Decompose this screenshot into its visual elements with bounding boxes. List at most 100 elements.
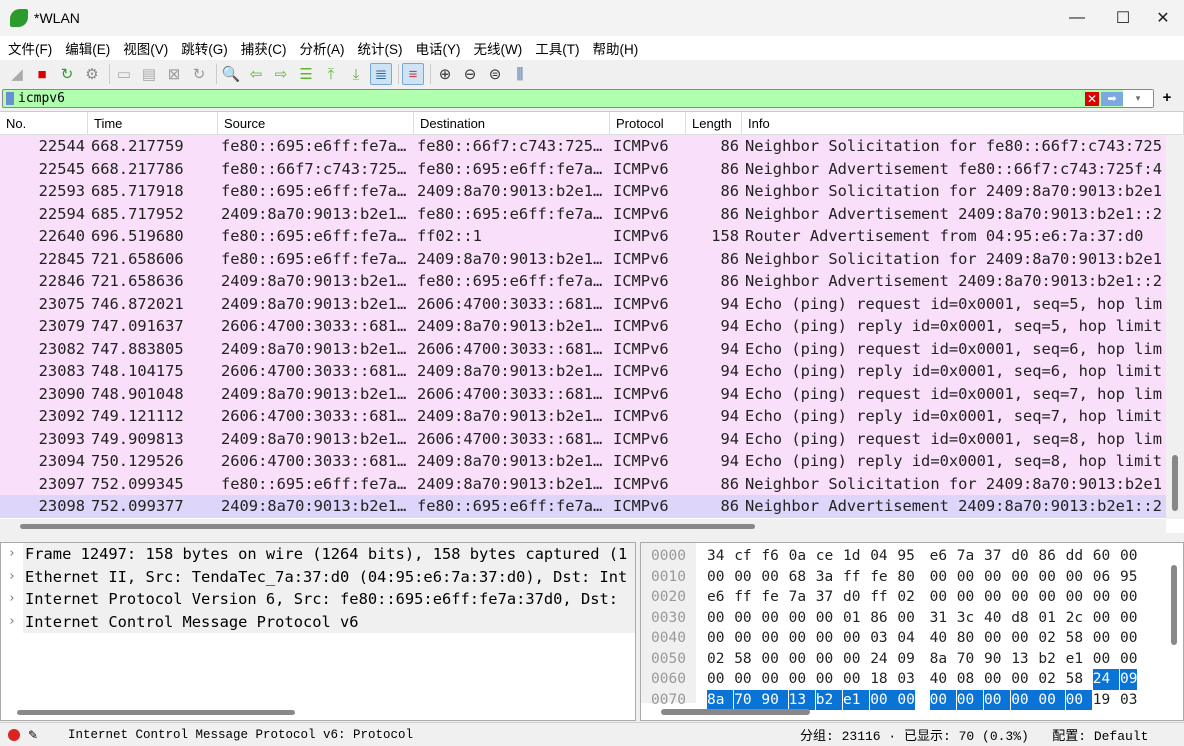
hex-byte[interactable]: 00	[957, 587, 974, 608]
hex-byte[interactable]: 95	[897, 546, 914, 567]
hex-byte[interactable]: 8a	[930, 649, 947, 670]
hex-byte[interactable]: 00	[707, 669, 724, 690]
hex-byte[interactable]: 02	[1038, 628, 1055, 649]
reload-file-icon[interactable]: ↻	[188, 63, 210, 85]
first-packet-icon[interactable]: ⤒	[320, 63, 342, 85]
hex-byte[interactable]: 00	[897, 608, 914, 629]
hex-byte[interactable]: 8a	[707, 689, 734, 710]
hex-byte[interactable]: 31	[930, 608, 947, 629]
hex-byte[interactable]: 00	[957, 567, 974, 588]
hex-byte[interactable]: 00	[789, 669, 806, 690]
menu-item[interactable]: 视图(V)	[123, 38, 168, 58]
go-back-icon[interactable]: ⇦	[245, 63, 267, 85]
colorize-icon[interactable]: ≡	[402, 63, 424, 85]
expand-chevron-icon[interactable]: ›	[1, 543, 23, 566]
packet-list-hscrollbar[interactable]	[0, 519, 1166, 534]
hex-byte[interactable]: 0a	[789, 546, 806, 567]
hex-byte[interactable]: fe	[870, 567, 887, 588]
hex-byte[interactable]: 04	[897, 628, 914, 649]
hex-byte[interactable]: 00	[707, 608, 724, 629]
hex-byte[interactable]: 00	[1120, 649, 1137, 670]
hex-byte[interactable]: 90	[761, 689, 788, 710]
restart-capture-icon[interactable]: ↻	[56, 63, 78, 85]
hex-byte[interactable]: 00	[843, 669, 860, 690]
hex-byte[interactable]: 00	[761, 628, 778, 649]
hex-byte[interactable]: 00	[897, 689, 915, 710]
hex-byte[interactable]: 00	[1065, 689, 1093, 710]
open-file-icon[interactable]: ▭	[113, 63, 135, 85]
zoom-in-icon[interactable]: ⊕	[434, 63, 456, 85]
zoom-reset-icon[interactable]: ⊜	[484, 63, 506, 85]
go-forward-icon[interactable]: ⇨	[270, 63, 292, 85]
packet-row[interactable]: 23092 749.121112 2606:4700:3033::681… 2409:…	[0, 405, 1166, 428]
packet-row[interactable]: 23079 747.091637 2606:4700:3033::681… 2409:…	[0, 315, 1166, 338]
hex-byte[interactable]: 7a	[957, 546, 974, 567]
hex-byte[interactable]: 00	[984, 628, 1001, 649]
hex-byte[interactable]: 1d	[843, 546, 860, 567]
hex-byte[interactable]: 00	[707, 567, 724, 588]
hex-byte[interactable]: 58	[734, 649, 751, 670]
hex-byte[interactable]: 00	[816, 628, 833, 649]
hex-byte[interactable]: 00	[1038, 587, 1055, 608]
start-capture-icon[interactable]: ◢	[6, 63, 28, 85]
hex-byte[interactable]: 3c	[957, 608, 974, 629]
hex-byte[interactable]: 00	[1066, 567, 1083, 588]
go-to-packet-icon[interactable]: ☰	[295, 63, 317, 85]
hex-byte[interactable]: e6	[707, 587, 724, 608]
bookmark-icon[interactable]	[6, 92, 14, 105]
menu-item[interactable]: 编辑(E)	[65, 38, 110, 58]
menu-item[interactable]: 文件(F)	[8, 38, 52, 58]
hex-byte[interactable]: 00	[734, 567, 751, 588]
menu-item[interactable]: 无线(W)	[474, 38, 523, 58]
find-packet-icon[interactable]: 🔍	[220, 63, 242, 85]
hex-byte[interactable]: 95	[1120, 567, 1137, 588]
hex-byte[interactable]: 00	[789, 628, 806, 649]
minimize-button[interactable]: —	[1054, 0, 1100, 36]
packet-row[interactable]: 22640 696.519680 fe80::695:e6ff:fe7a… ff02:…	[0, 225, 1166, 248]
hex-byte[interactable]: 24	[1092, 669, 1120, 690]
hex-byte[interactable]: 00	[1011, 669, 1028, 690]
hex-byte[interactable]: 70	[957, 649, 974, 670]
hex-byte[interactable]: 00	[1011, 689, 1038, 710]
packet-row[interactable]: 22544 668.217759 fe80::695:e6ff:fe7a… fe80:…	[0, 135, 1166, 158]
hex-byte[interactable]: 37	[984, 546, 1001, 567]
hex-byte[interactable]: 60	[1093, 546, 1110, 567]
hex-byte[interactable]: 00	[984, 689, 1011, 710]
hex-byte[interactable]: 00	[761, 567, 778, 588]
hex-byte[interactable]: 40	[930, 669, 947, 690]
column-header[interactable]: No.	[0, 112, 88, 134]
save-file-icon[interactable]: ▤	[138, 63, 160, 85]
stop-capture-icon[interactable]: ■	[31, 63, 53, 85]
hex-byte[interactable]: 34	[707, 546, 724, 567]
hex-byte[interactable]: 37	[816, 587, 833, 608]
add-filter-button[interactable]: +	[1157, 89, 1177, 106]
hex-byte[interactable]: 00	[1093, 628, 1110, 649]
hex-byte[interactable]: 70	[734, 689, 761, 710]
column-header[interactable]: Time	[88, 112, 218, 134]
column-header[interactable]: Info	[742, 112, 1184, 134]
expand-chevron-icon[interactable]: ›	[1, 566, 23, 589]
detail-tree-item[interactable]: › Internet Control Message Protocol v6	[1, 610, 635, 633]
zoom-out-icon[interactable]: ⊖	[459, 63, 481, 85]
hex-byte[interactable]: 3a	[816, 567, 833, 588]
bytes-vscrollbar[interactable]	[1171, 565, 1177, 645]
hex-byte[interactable]: 00	[707, 628, 724, 649]
close-file-icon[interactable]: ⊠	[163, 63, 185, 85]
hex-byte[interactable]: 00	[1093, 608, 1110, 629]
column-header[interactable]: Source	[218, 112, 414, 134]
menu-item[interactable]: 分析(A)	[300, 38, 345, 58]
hex-byte[interactable]: e1	[1066, 649, 1083, 670]
scroll-thumb[interactable]	[20, 524, 755, 529]
packet-row[interactable]: 23094 750.129526 2606:4700:3033::681… 2409:…	[0, 450, 1166, 473]
capture-options-icon[interactable]: ⚙	[81, 63, 103, 85]
hex-byte[interactable]: 90	[984, 649, 1001, 670]
hex-byte[interactable]: 00	[1038, 567, 1055, 588]
hex-byte[interactable]: 2c	[1066, 608, 1083, 629]
filter-history-dropdown[interactable]: ▾	[1123, 90, 1153, 107]
hex-byte[interactable]: 00	[1093, 587, 1110, 608]
menu-item[interactable]: 帮助(H)	[592, 38, 638, 58]
hex-byte[interactable]: ce	[816, 546, 833, 567]
hex-byte[interactable]: 00	[929, 689, 957, 710]
hex-byte[interactable]: 00	[843, 628, 860, 649]
hex-byte[interactable]: 01	[1038, 608, 1055, 629]
